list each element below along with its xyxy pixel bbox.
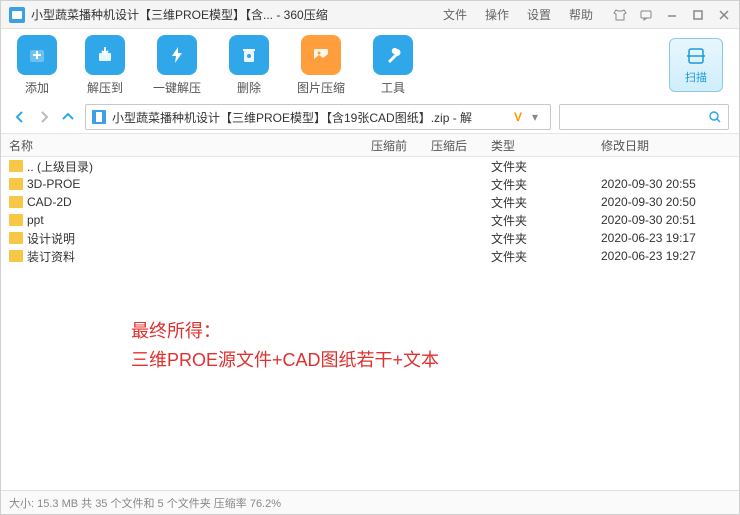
tools-label: 工具 (381, 79, 405, 96)
row-name: 设计说明 (27, 230, 75, 247)
extract-icon (95, 45, 115, 65)
path-text: 小型蔬菜播种机设计【三维PROE模型】【含19张CAD图纸】.zip - 解 (112, 109, 510, 126)
table-row[interactable]: CAD-2D 文件夹2020-09-30 20:50 (1, 193, 739, 211)
row-date: 2020-09-30 20:51 (601, 213, 739, 227)
path-input[interactable]: 小型蔬菜播种机设计【三维PROE模型】【含19张CAD图纸】.zip - 解 V… (85, 104, 551, 130)
annotation-line1: 最终所得： (131, 317, 439, 346)
col-name[interactable]: 名称 (1, 137, 371, 154)
row-date: 2020-06-23 19:17 (601, 231, 739, 245)
delete-label: 删除 (237, 79, 261, 96)
skin-icon[interactable] (613, 8, 627, 22)
menu-file[interactable]: 文件 (443, 6, 467, 23)
scan-icon (685, 45, 707, 67)
maximize-icon[interactable] (691, 8, 705, 22)
row-type: 文件夹 (491, 212, 601, 229)
table-row[interactable]: 装订资料 文件夹2020-06-23 19:27 (1, 247, 739, 265)
annotation-overlay: 最终所得： 三维PROE源文件+CAD图纸若干+文本 (131, 317, 439, 375)
trash-icon (239, 45, 259, 65)
folder-icon (9, 232, 23, 244)
scan-label: 扫描 (685, 69, 707, 85)
col-after[interactable]: 压缩后 (431, 137, 491, 154)
folder-icon (9, 178, 23, 190)
image-icon (311, 45, 331, 65)
add-label: 添加 (25, 79, 49, 96)
toolbar: 添加 解压到 一键解压 删除 图片压缩 工具 扫描 (1, 29, 739, 101)
image-compress-label: 图片压缩 (297, 79, 345, 96)
delete-button[interactable]: 删除 (229, 35, 269, 96)
verified-badge-icon: V (514, 110, 522, 124)
folder-icon (9, 160, 23, 172)
row-type: 文件夹 (491, 248, 601, 265)
add-button[interactable]: 添加 (17, 35, 57, 96)
window-controls (613, 8, 731, 22)
file-list: .. (上级目录)文件夹3D-PROE文件夹2020-09-30 20:55CA… (1, 157, 739, 490)
image-compress-button[interactable]: 图片压缩 (297, 35, 345, 96)
status-text: 大小: 15.3 MB 共 35 个文件和 5 个文件夹 压缩率 76.2% (9, 495, 281, 511)
row-name: 装订资料 (27, 248, 75, 265)
menu-help[interactable]: 帮助 (569, 6, 593, 23)
row-date: 2020-06-23 19:27 (601, 249, 739, 263)
row-type: 文件夹 (491, 194, 601, 211)
window-title: 小型蔬菜播种机设计【三维PROE模型】【含... - 360压缩 (31, 6, 328, 23)
table-row[interactable]: 设计说明 文件夹2020-06-23 19:17 (1, 229, 739, 247)
nav-forward-icon[interactable] (35, 108, 53, 126)
col-date[interactable]: 修改日期 (601, 137, 739, 154)
search-input[interactable] (559, 104, 729, 130)
row-name: 3D-PROE (27, 177, 80, 191)
oneclick-icon (167, 45, 187, 65)
row-type: 文件夹 (491, 176, 601, 193)
annotation-line2: 三维PROE源文件+CAD图纸若干+文本 (131, 346, 439, 375)
table-row[interactable]: 3D-PROE 文件夹2020-09-30 20:55 (1, 175, 739, 193)
tools-button[interactable]: 工具 (373, 35, 413, 96)
menu-operate[interactable]: 操作 (485, 6, 509, 23)
one-click-button[interactable]: 一键解压 (153, 35, 201, 96)
folder-icon (9, 214, 23, 226)
app-icon (9, 7, 25, 23)
scan-button[interactable]: 扫描 (669, 38, 723, 92)
add-icon (27, 45, 47, 65)
menu-settings[interactable]: 设置 (527, 6, 551, 23)
nav-arrows (11, 108, 77, 126)
minimize-icon[interactable] (665, 8, 679, 22)
row-date: 2020-09-30 20:50 (601, 195, 739, 209)
wrench-icon (383, 45, 403, 65)
table-row[interactable]: .. (上级目录) 文件夹 (1, 157, 739, 175)
folder-icon (9, 250, 23, 262)
close-icon[interactable] (717, 8, 731, 22)
search-icon (708, 110, 722, 124)
one-click-label: 一键解压 (153, 79, 201, 96)
extract-to-button[interactable]: 解压到 (85, 35, 125, 96)
col-type[interactable]: 类型 (491, 137, 601, 154)
row-name: .. (上级目录) (27, 158, 93, 175)
extract-to-label: 解压到 (87, 79, 123, 96)
nav-back-icon[interactable] (11, 108, 29, 126)
row-name: CAD-2D (27, 195, 72, 209)
main-menu: 文件 操作 设置 帮助 (443, 6, 593, 23)
path-dropdown-icon[interactable]: ▾ (526, 110, 544, 124)
titlebar: 小型蔬菜播种机设计【三维PROE模型】【含... - 360压缩 文件 操作 设… (1, 1, 739, 29)
archive-file-icon (92, 110, 106, 124)
pathbar: 小型蔬菜播种机设计【三维PROE模型】【含19张CAD图纸】.zip - 解 V… (1, 101, 739, 133)
row-date: 2020-09-30 20:55 (601, 177, 739, 191)
row-type: 文件夹 (491, 158, 601, 175)
table-row[interactable]: ppt 文件夹2020-09-30 20:51 (1, 211, 739, 229)
list-header: 名称 压缩前 压缩后 类型 修改日期 (1, 133, 739, 157)
folder-icon (9, 196, 23, 208)
col-before[interactable]: 压缩前 (371, 137, 431, 154)
row-type: 文件夹 (491, 230, 601, 247)
nav-up-icon[interactable] (59, 108, 77, 126)
statusbar: 大小: 15.3 MB 共 35 个文件和 5 个文件夹 压缩率 76.2% (1, 490, 739, 514)
feedback-icon[interactable] (639, 8, 653, 22)
row-name: ppt (27, 213, 44, 227)
